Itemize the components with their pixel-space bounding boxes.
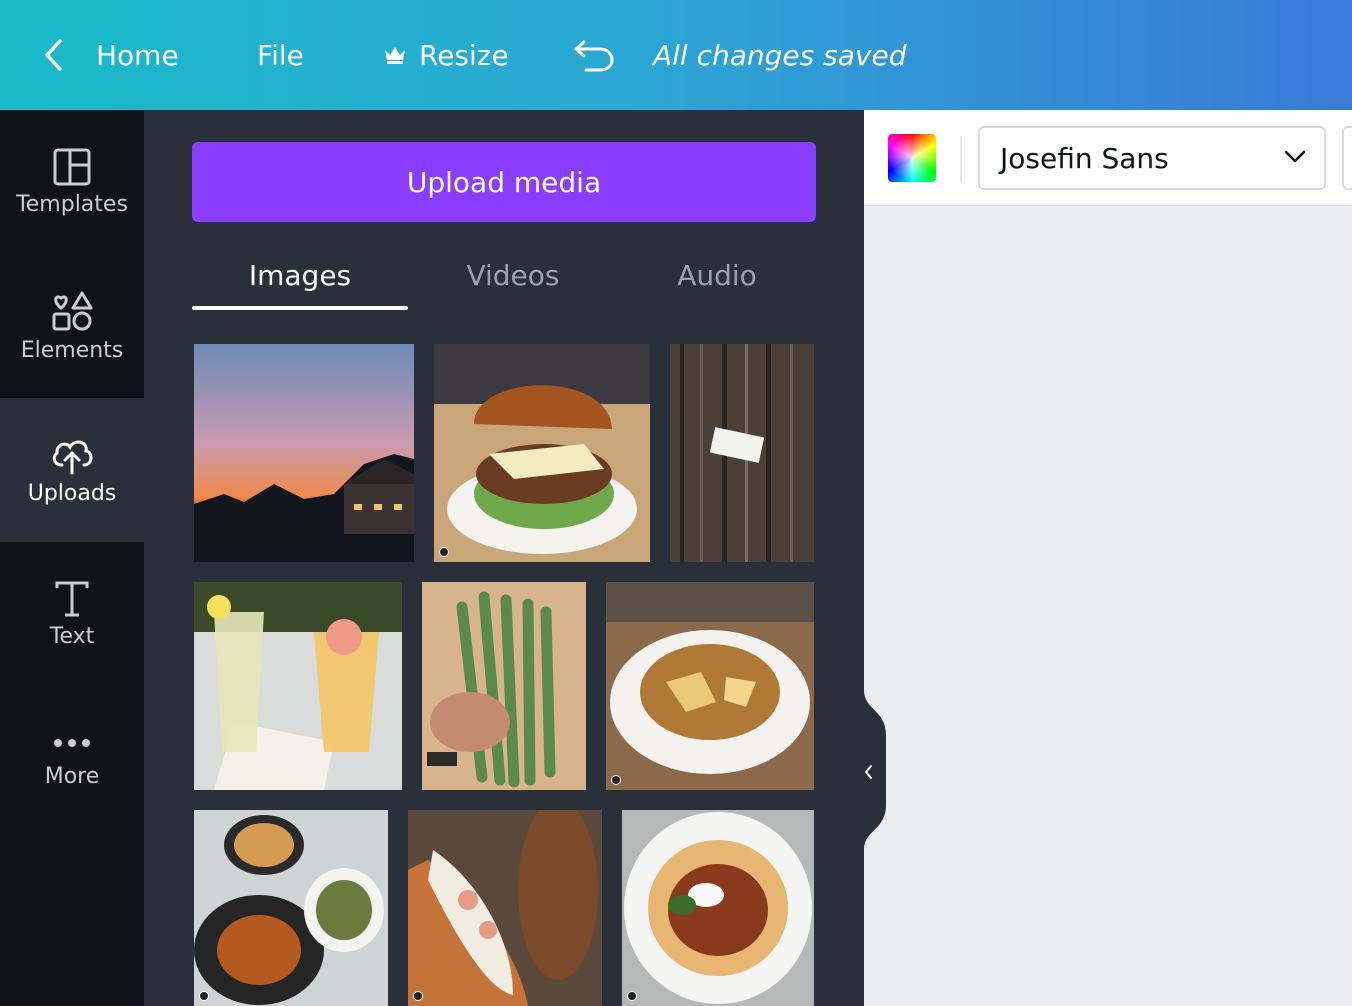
tab-audio[interactable]: Audio xyxy=(618,240,816,310)
upload-media-button[interactable]: Upload media xyxy=(192,142,816,222)
user-badge-icon xyxy=(199,991,209,1001)
editor-toolbar: Josefin Sans xyxy=(864,110,1352,206)
rail-label-more: More xyxy=(44,763,100,789)
undo-icon[interactable] xyxy=(572,34,616,74)
image-thumbnail-pasta-bowl[interactable] xyxy=(606,582,814,790)
tab-images[interactable]: Images xyxy=(192,240,408,310)
asparagus-image xyxy=(422,582,586,790)
resize-button[interactable]: Resize xyxy=(383,0,509,110)
image-thumbnail-cocktails[interactable] xyxy=(194,582,402,790)
cocktails-image xyxy=(194,582,402,790)
user-badge-icon xyxy=(611,775,621,785)
toolbar-divider xyxy=(960,136,962,182)
image-thumbnail-asparagus[interactable] xyxy=(422,582,586,790)
crown-icon xyxy=(385,47,405,64)
user-badge-icon xyxy=(627,991,637,1001)
pappardelle-image xyxy=(622,810,814,1006)
lobster-roll-image xyxy=(408,810,602,1006)
media-tabs: Images Videos Audio xyxy=(192,240,816,310)
text-color-picker[interactable] xyxy=(888,134,936,182)
side-rail: Templates Elements Uploads Text More xyxy=(0,110,144,1006)
chevron-down-icon xyxy=(1284,150,1306,163)
text-icon xyxy=(55,581,89,616)
wood-door-image xyxy=(670,344,814,562)
templates-icon xyxy=(53,148,91,185)
rail-item-templates[interactable]: Templates xyxy=(0,110,144,254)
active-tab-indicator xyxy=(192,306,408,310)
collapse-panel-button[interactable] xyxy=(864,690,888,850)
chevron-left-icon[interactable] xyxy=(40,35,70,75)
image-thumbnail-sandwich[interactable] xyxy=(434,344,650,562)
resize-label: Resize xyxy=(419,38,509,72)
font-name: Josefin Sans xyxy=(1000,141,1169,175)
image-thumbnail-pappardelle[interactable] xyxy=(622,810,814,1006)
pasta-bowl-image xyxy=(606,582,814,790)
top-bar: Home File Resize All changes saved xyxy=(0,0,1352,110)
user-badge-icon xyxy=(439,547,449,557)
font-family-dropdown[interactable]: Josefin Sans xyxy=(978,126,1326,190)
elements-icon xyxy=(52,291,93,330)
design-canvas-area[interactable] xyxy=(888,206,1352,1006)
rail-label-elements: Elements xyxy=(20,337,124,363)
rail-label-templates: Templates xyxy=(16,191,128,217)
file-menu-button[interactable]: File xyxy=(257,0,304,110)
sunset-image xyxy=(194,344,414,562)
rail-label-text: Text xyxy=(49,623,95,649)
more-dots-icon xyxy=(54,738,90,747)
sandwich-image xyxy=(434,344,650,562)
image-thumbnail-wood-door[interactable] xyxy=(670,344,814,562)
save-status: All changes saved xyxy=(653,38,907,72)
chicken-image xyxy=(194,810,388,1006)
rail-item-more[interactable]: More xyxy=(0,686,144,830)
rail-item-elements[interactable]: Elements xyxy=(0,254,144,398)
uploads-panel: Upload media Images Videos Audio xyxy=(144,110,864,1006)
user-badge-icon xyxy=(413,991,423,1001)
tab-videos[interactable]: Videos xyxy=(408,240,618,310)
image-thumbnail-chicken[interactable] xyxy=(194,810,388,1006)
image-thumbnail-sunset[interactable] xyxy=(194,344,414,562)
font-size-field[interactable] xyxy=(1342,126,1352,190)
home-button[interactable]: Home xyxy=(96,0,179,110)
rail-item-text[interactable]: Text xyxy=(0,542,144,686)
image-thumbnail-lobster-roll[interactable] xyxy=(408,810,602,1006)
upload-cloud-icon xyxy=(52,440,93,474)
rail-label-uploads: Uploads xyxy=(27,480,117,506)
rail-item-uploads[interactable]: Uploads xyxy=(0,398,144,542)
